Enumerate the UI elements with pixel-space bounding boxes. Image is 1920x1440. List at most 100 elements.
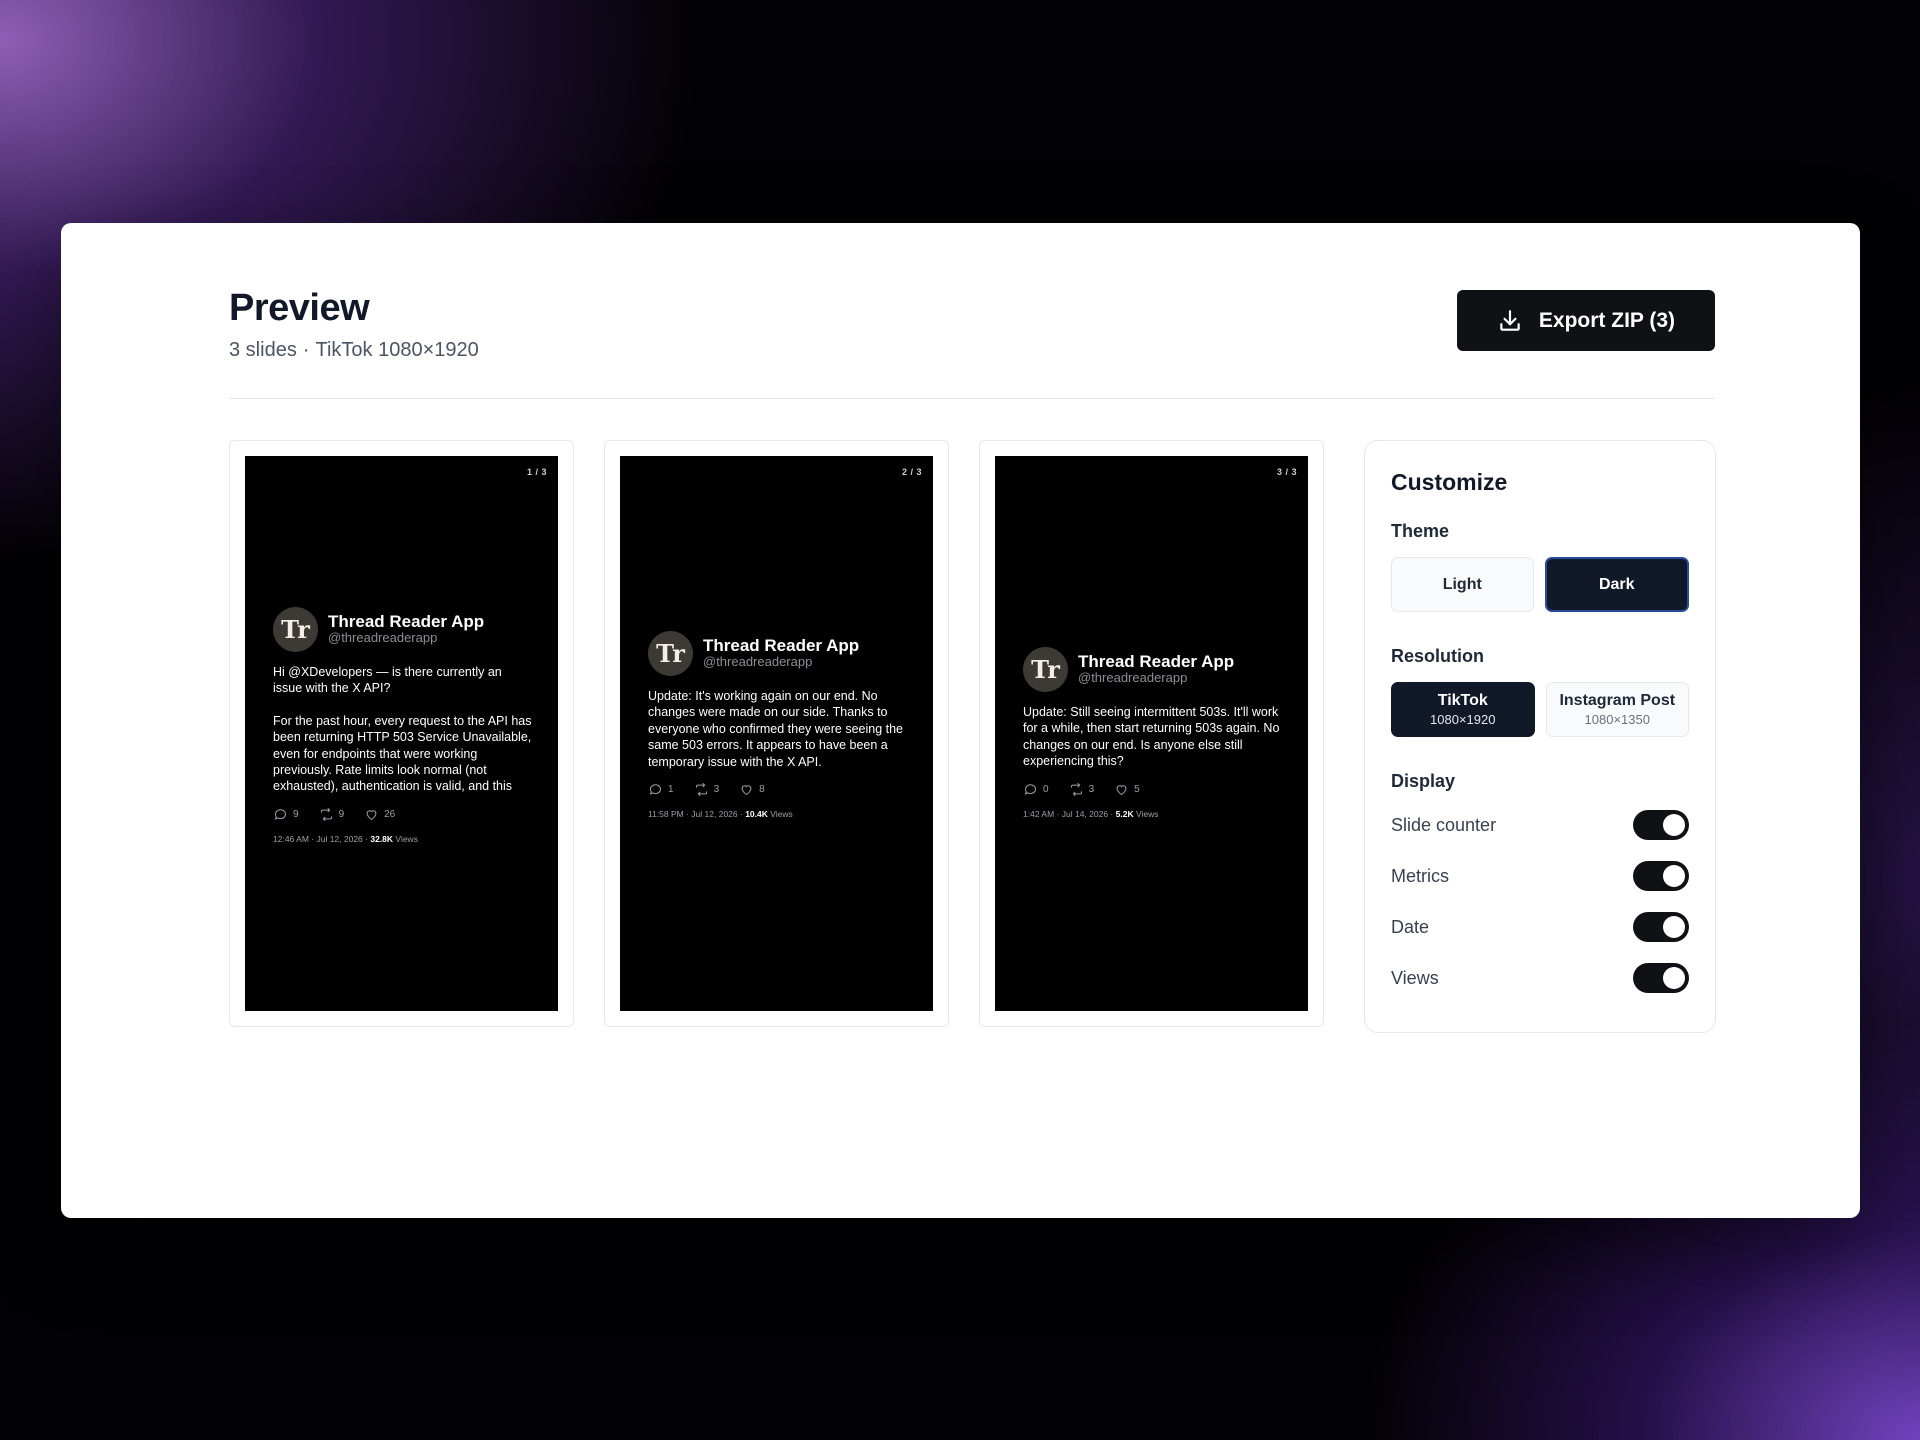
tweet: Tr Thread Reader App @threadreaderapp Up… (1023, 647, 1282, 819)
reply-metric: 0 (1023, 782, 1049, 797)
toggle-knob (1663, 916, 1685, 938)
like-metric: 26 (364, 807, 395, 822)
views-label: Views (1135, 808, 1159, 819)
toggle-knob (1663, 814, 1685, 836)
author-handle: @threadreaderapp (703, 654, 813, 670)
toggle-label: Views (1391, 967, 1439, 988)
slide-count: 3 slides (229, 339, 297, 361)
tweet-metrics: 0 3 5 (1023, 782, 1282, 797)
tweet-author: Tr Thread Reader App @threadreaderapp (648, 631, 907, 676)
resolution-selector: TikTok 1080×1920 Instagram Post 1080×135… (1391, 682, 1689, 737)
views-count: 10.4K (745, 809, 768, 820)
author-name: Thread Reader App (1078, 652, 1235, 672)
like-metric: 8 (739, 782, 765, 797)
views-toggle[interactable] (1633, 963, 1689, 993)
repost-count: 9 (338, 808, 345, 820)
slide-card-2[interactable]: 2 / 3 Tr Thread Reader App @threadreader… (604, 440, 949, 1027)
slide-card-1[interactable]: 1 / 3 Tr Thread Reader App @threadreader… (229, 440, 574, 1027)
toggle-knob (1663, 865, 1685, 887)
tweet-paragraph: Update: It's working again on our end. N… (648, 689, 904, 769)
toggle-row-metrics: Metrics (1391, 861, 1689, 891)
metrics-toggle[interactable] (1633, 861, 1689, 891)
resolution-size: 1080×1350 (1584, 712, 1650, 727)
author-handle: @threadreaderapp (328, 630, 438, 646)
tweet-body: Update: Still seeing intermittent 503s. … (1023, 704, 1282, 770)
slide-preview: 3 / 3 Tr Thread Reader App @threadreader… (995, 456, 1308, 1011)
heart-icon (741, 785, 752, 796)
author-name: Thread Reader App (328, 612, 485, 632)
comment-icon (649, 784, 661, 795)
theme-light-button[interactable]: Light (1391, 557, 1534, 612)
toggle-label: Metrics (1391, 865, 1449, 886)
preview-window: Preview 3 slides · TikTok 1080×1920 Export… (61, 223, 1860, 1218)
reply-count: 0 (1043, 783, 1049, 795)
toggle-row-date: Date (1391, 912, 1689, 942)
views-label: Views (395, 833, 418, 844)
tweet-date: 1:42 AM · Jul 14, 2026 · (1023, 808, 1114, 819)
like-metric: 5 (1114, 782, 1140, 797)
display-label: Display (1391, 771, 1456, 791)
comment-icon (1024, 783, 1036, 795)
reply-metric: 1 (648, 782, 674, 797)
repost-metric: 9 (319, 807, 345, 822)
toggle-row-views: Views (1391, 963, 1689, 993)
like-count: 8 (759, 784, 765, 796)
slide-preview: 1 / 3 Tr Thread Reader App @threadreader… (245, 456, 558, 1011)
avatar: Tr (1023, 647, 1068, 692)
author-name: Thread Reader App (703, 636, 860, 656)
comment-icon (274, 809, 286, 820)
toggle-label: Slide counter (1391, 814, 1497, 835)
tweet-date: 12:46 AM · Jul 12, 2026 · (273, 833, 368, 844)
slide-preview: 2 / 3 Tr Thread Reader App @threadreader… (620, 456, 933, 1011)
author-handle: @threadreaderapp (1078, 670, 1188, 686)
tweet-body: Update: It's working again on our end. N… (648, 688, 907, 770)
resolution-instagram-button[interactable]: Instagram Post 1080×1350 (1545, 682, 1689, 737)
reply-count: 9 (293, 808, 299, 820)
views-count: 5.2K (1115, 808, 1134, 819)
views-label: Views (770, 809, 793, 820)
page-subtitle: 3 slides · TikTok 1080×1920 (229, 339, 479, 362)
slide-counter: 3 / 3 (1276, 467, 1297, 477)
download-icon (1500, 309, 1520, 331)
theme-dark-button[interactable]: Dark (1544, 557, 1689, 612)
slide-counter-toggle[interactable] (1633, 810, 1689, 840)
header-divider (229, 398, 1715, 399)
repost-metric: 3 (694, 782, 720, 797)
subtitle-separator: · (302, 339, 310, 361)
tweet-paragraph: For the past hour, every request to the … (273, 713, 532, 794)
theme-selector: Light Dark (1391, 557, 1689, 612)
repost-metric: 3 (1069, 782, 1095, 797)
export-zip-label: Export ZIP (3) (1538, 308, 1676, 332)
tweet-dateline: 12:46 AM · Jul 12, 2026 · 32.8K Views (273, 834, 532, 844)
tweet-paragraph: Hi @XDevelopers — is there currently an … (273, 665, 502, 696)
tweet-dateline: 1:42 AM · Jul 14, 2026 · 5.2K Views (1023, 809, 1282, 819)
slide-counter: 2 / 3 (901, 467, 922, 477)
date-toggle[interactable] (1633, 912, 1689, 942)
repost-icon (1070, 782, 1082, 796)
tweet-body: Hi @XDevelopers — is there currently an … (273, 664, 532, 795)
repost-icon (320, 807, 332, 821)
tweet: Tr Thread Reader App @threadreaderapp Hi… (273, 607, 532, 844)
export-zip-button[interactable]: Export ZIP (3) (1457, 290, 1715, 351)
tweet-paragraph: Update: Still seeing intermittent 503s. … (1023, 705, 1280, 769)
toggle-label: Date (1391, 916, 1430, 937)
toggle-row-slide-counter: Slide counter (1391, 810, 1689, 840)
like-count: 26 (384, 808, 396, 820)
customize-title: Customize (1391, 469, 1508, 495)
slide-counter: 1 / 3 (526, 467, 547, 477)
tweet-date: 11:58 PM · Jul 12, 2026 · (648, 809, 743, 820)
like-count: 5 (1134, 783, 1140, 795)
resolution-size: 1080×1920 (1430, 712, 1496, 727)
toggle-knob (1663, 967, 1685, 989)
repost-count: 3 (1088, 783, 1095, 795)
repost-count: 3 (713, 784, 720, 796)
views-count: 32.8K (370, 833, 394, 844)
tweet-metrics: 9 9 26 (273, 807, 532, 822)
tweet-dateline: 11:58 PM · Jul 12, 2026 · 10.4K Views (648, 809, 907, 819)
repost-icon (695, 782, 707, 797)
resolution-label: Resolution (1391, 646, 1484, 666)
heart-icon (1116, 784, 1127, 795)
slide-card-3[interactable]: 3 / 3 Tr Thread Reader App @threadreader… (979, 440, 1324, 1027)
resolution-tiktok-button[interactable]: TikTok 1080×1920 (1391, 682, 1535, 737)
heart-icon (366, 810, 377, 820)
